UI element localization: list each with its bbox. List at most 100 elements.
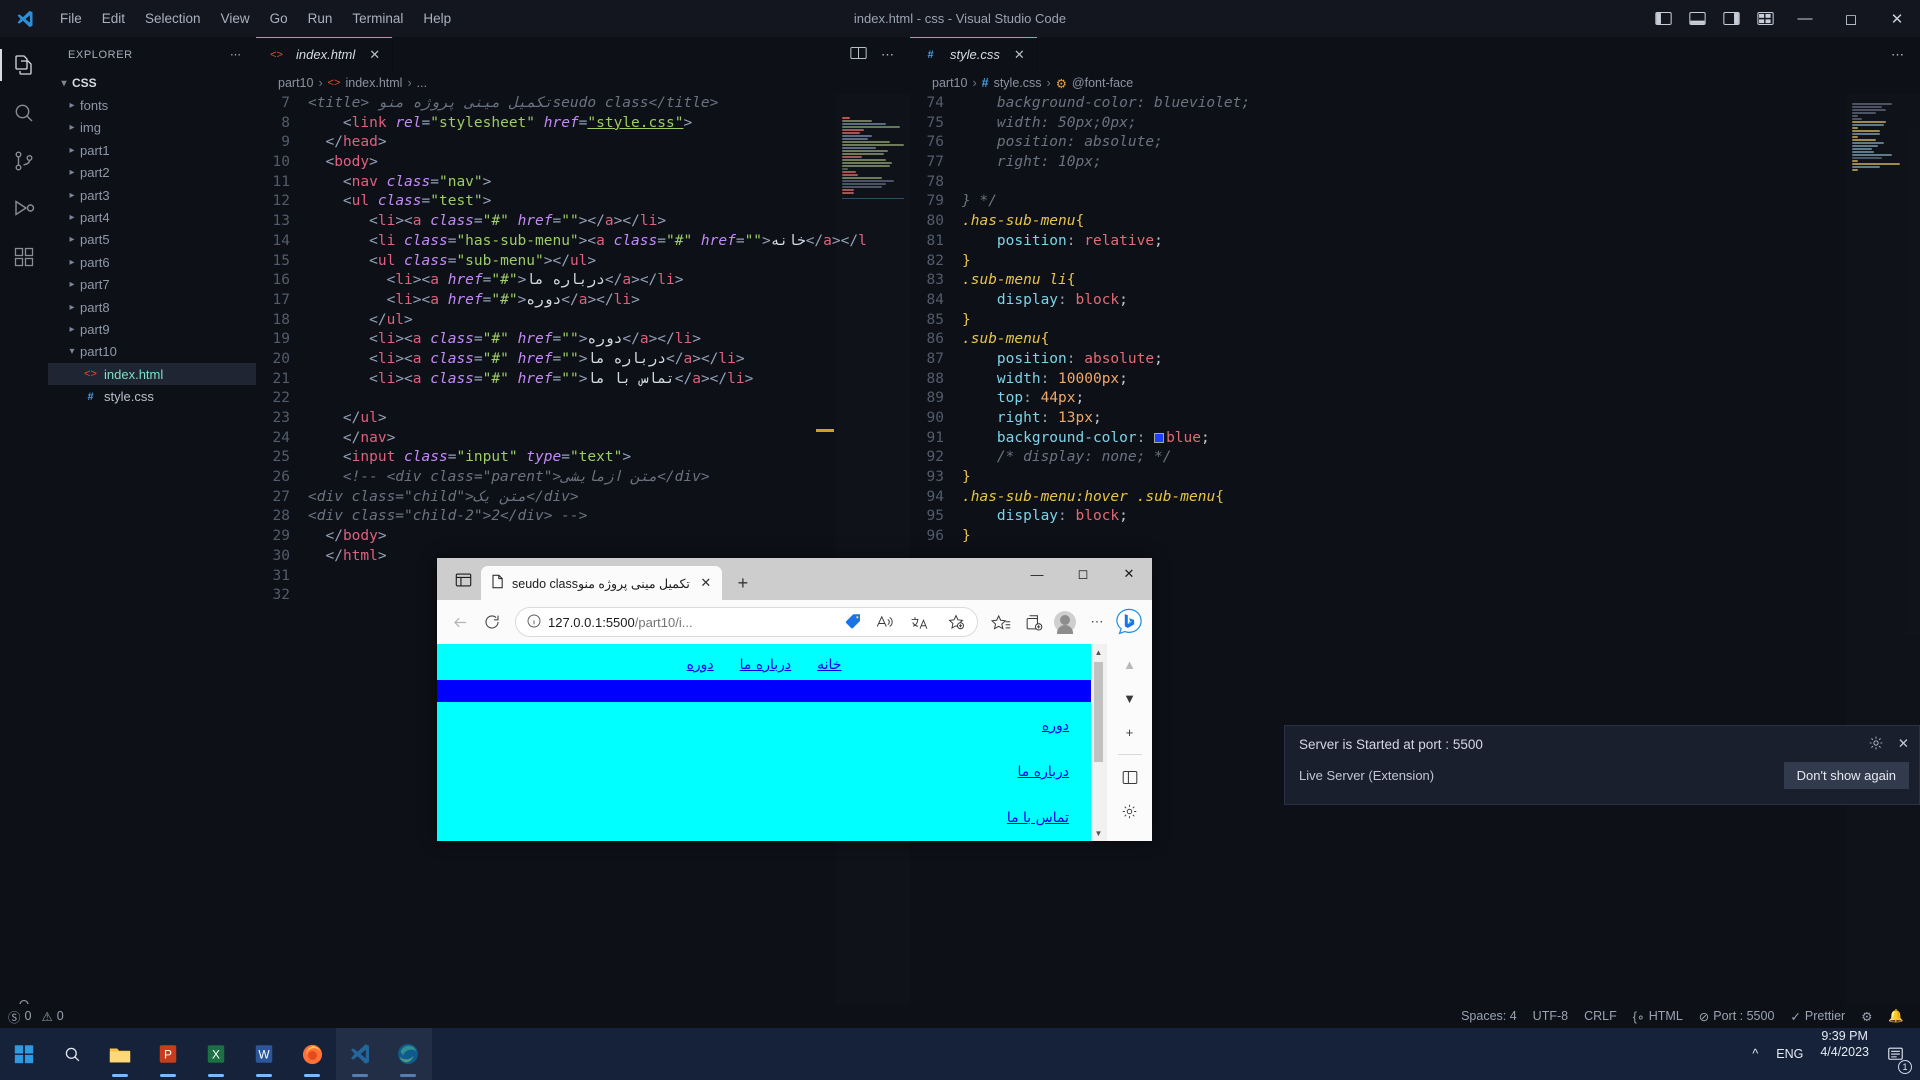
- window-minimize-button[interactable]: —: [1782, 0, 1828, 37]
- split-editor-icon[interactable]: [844, 46, 873, 63]
- customize-layout-icon[interactable]: [1748, 0, 1782, 37]
- tree-root-css[interactable]: ▾ CSS: [48, 72, 256, 94]
- tab-style-css[interactable]: # style.css ✕: [910, 37, 1038, 72]
- tree-item-part8[interactable]: ▸ part8: [48, 296, 256, 318]
- tree-file-style-css[interactable]: # style.css: [48, 385, 256, 407]
- nav-link-course[interactable]: دوره: [687, 657, 714, 673]
- minimap-css[interactable]: [1846, 94, 1920, 1080]
- menu-run[interactable]: Run: [298, 8, 343, 29]
- taskbar-excel-icon[interactable]: X: [192, 1028, 240, 1080]
- tree-item-part2[interactable]: ▸ part2: [48, 162, 256, 184]
- menu-terminal[interactable]: Terminal: [342, 8, 413, 29]
- refresh-button[interactable]: [477, 607, 507, 637]
- tab-close-icon[interactable]: ✕: [369, 47, 380, 63]
- notification-center-button[interactable]: 1: [1877, 1028, 1914, 1080]
- menu-help[interactable]: Help: [413, 8, 461, 29]
- tree-item-part10[interactable]: ▾ part10: [48, 341, 256, 363]
- taskbar-powerpoint-icon[interactable]: P: [144, 1028, 192, 1080]
- explorer-more-icon[interactable]: ⋯: [230, 48, 242, 61]
- translate-icon[interactable]: [905, 607, 935, 637]
- activity-run-debug-icon[interactable]: [0, 185, 48, 233]
- language-indicator[interactable]: ENG: [1767, 1028, 1812, 1080]
- taskbar-file-explorer-icon[interactable]: [96, 1028, 144, 1080]
- rail-expand-icon[interactable]: ▼: [1114, 682, 1146, 714]
- status-language-mode[interactable]: {∘ HTML: [1625, 1004, 1691, 1028]
- status-prettier[interactable]: ✓ Prettier: [1782, 1004, 1853, 1028]
- toggle-primary-sidebar-icon[interactable]: [1646, 0, 1680, 37]
- activity-search-icon[interactable]: [0, 89, 48, 137]
- taskbar-vscode-icon[interactable]: [336, 1028, 384, 1080]
- tree-item-part4[interactable]: ▸ part4: [48, 206, 256, 228]
- status-eol[interactable]: CRLF: [1576, 1004, 1625, 1028]
- status-remote-icon[interactable]: ⚙: [1853, 1004, 1880, 1028]
- toggle-secondary-sidebar-icon[interactable]: [1714, 0, 1748, 37]
- status-notifications-bell-icon[interactable]: 🔔: [1880, 1004, 1912, 1028]
- taskbar-search-icon[interactable]: [48, 1028, 96, 1080]
- window-close-button[interactable]: ✕: [1874, 0, 1920, 37]
- tree-item-part1[interactable]: ▸ part1: [48, 139, 256, 161]
- body-link-contact[interactable]: تماس با ما: [1007, 810, 1069, 826]
- menu-file[interactable]: File: [50, 8, 92, 29]
- rail-split-screen-icon[interactable]: [1114, 761, 1146, 793]
- read-aloud-icon[interactable]: [869, 607, 899, 637]
- back-button[interactable]: [445, 607, 475, 637]
- browser-close-button[interactable]: ✕: [1106, 558, 1152, 590]
- activity-source-control-icon[interactable]: [0, 137, 48, 185]
- menu-selection[interactable]: Selection: [135, 8, 211, 29]
- profile-avatar[interactable]: [1050, 607, 1080, 637]
- menu-view[interactable]: View: [211, 8, 260, 29]
- editor-more-actions-icon[interactable]: ⋯: [1885, 47, 1910, 63]
- window-maximize-button[interactable]: ◻: [1828, 0, 1874, 37]
- browser-settings-more-icon[interactable]: ⋯: [1082, 607, 1112, 637]
- page-body-links[interactable]: دوره درباره ما تماس با ما: [437, 702, 1091, 826]
- breadcrumb-folder[interactable]: part10: [932, 76, 967, 90]
- status-live-server-port[interactable]: ⊘ Port : 5500: [1691, 1004, 1783, 1028]
- breadcrumb-left[interactable]: part10 › <> index.html › ...: [256, 72, 910, 94]
- browser-maximize-button[interactable]: ◻: [1060, 558, 1106, 590]
- new-tab-button[interactable]: +: [728, 568, 758, 598]
- tree-item-part5[interactable]: ▸ part5: [48, 229, 256, 251]
- collections-icon[interactable]: [1018, 607, 1048, 637]
- file-tree[interactable]: ▾ CSS ▸ fonts ▸ img ▸ part1 ▸ part2 ▸ part3 ▸…: [48, 72, 256, 1033]
- nav-link-about[interactable]: درباره ما: [740, 657, 791, 673]
- add-favorite-icon[interactable]: [941, 607, 971, 637]
- breadcrumb-folder[interactable]: part10: [278, 76, 313, 90]
- breadcrumb-symbol[interactable]: @font-face: [1072, 76, 1133, 90]
- tab-index-html[interactable]: <> index.html ✕: [256, 37, 394, 72]
- body-link-about[interactable]: درباره ما: [1018, 764, 1069, 780]
- site-info-icon[interactable]: [526, 613, 542, 632]
- menu-edit[interactable]: Edit: [92, 8, 135, 29]
- activity-explorer-icon[interactable]: [0, 41, 48, 89]
- body-link-course[interactable]: دوره: [1042, 718, 1069, 734]
- taskbar-firefox-icon[interactable]: [288, 1028, 336, 1080]
- shopping-tag-icon[interactable]: [845, 612, 863, 633]
- breadcrumb-file[interactable]: style.css: [994, 76, 1042, 90]
- rail-settings-icon[interactable]: [1114, 795, 1146, 827]
- tab-actions-icon[interactable]: [445, 563, 481, 597]
- tree-item-part7[interactable]: ▸ part7: [48, 274, 256, 296]
- address-bar[interactable]: 127.0.0.1:5500/part10/i...: [515, 607, 978, 637]
- tab-close-icon[interactable]: ✕: [1014, 47, 1025, 63]
- breadcrumb-symbol[interactable]: ...: [417, 76, 427, 90]
- show-hidden-icons-button[interactable]: ^: [1743, 1028, 1767, 1080]
- tree-item-fonts[interactable]: ▸ fonts: [48, 94, 256, 116]
- activity-extensions-icon[interactable]: [0, 233, 48, 281]
- tree-file-index-html[interactable]: <> index.html: [48, 363, 256, 386]
- toggle-panel-icon[interactable]: [1680, 0, 1714, 37]
- taskbar-edge-icon[interactable]: [384, 1028, 432, 1080]
- browser-minimize-button[interactable]: —: [1014, 558, 1060, 590]
- editor-more-actions-icon[interactable]: ⋯: [875, 47, 900, 63]
- favorites-icon[interactable]: [986, 607, 1016, 637]
- tree-item-part3[interactable]: ▸ part3: [48, 184, 256, 206]
- scroll-up-arrow-icon[interactable]: ▲: [1095, 644, 1103, 660]
- rail-add-icon[interactable]: +: [1114, 716, 1146, 748]
- breadcrumb-file[interactable]: index.html: [345, 76, 402, 90]
- vscode-menubar[interactable]: File Edit Selection View Go Run Terminal…: [50, 8, 461, 29]
- scrollbar-thumb[interactable]: [1094, 662, 1103, 762]
- page-vertical-scrollbar[interactable]: ▲ ▼: [1091, 644, 1106, 841]
- scroll-down-arrow-icon[interactable]: ▼: [1095, 825, 1103, 841]
- rail-collapse-icon[interactable]: ▲: [1114, 648, 1146, 680]
- taskbar-word-icon[interactable]: W: [240, 1028, 288, 1080]
- rendered-page[interactable]: خانه درباره ما دوره دوره درباره ما تماس …: [437, 644, 1091, 841]
- status-encoding[interactable]: UTF-8: [1525, 1004, 1576, 1028]
